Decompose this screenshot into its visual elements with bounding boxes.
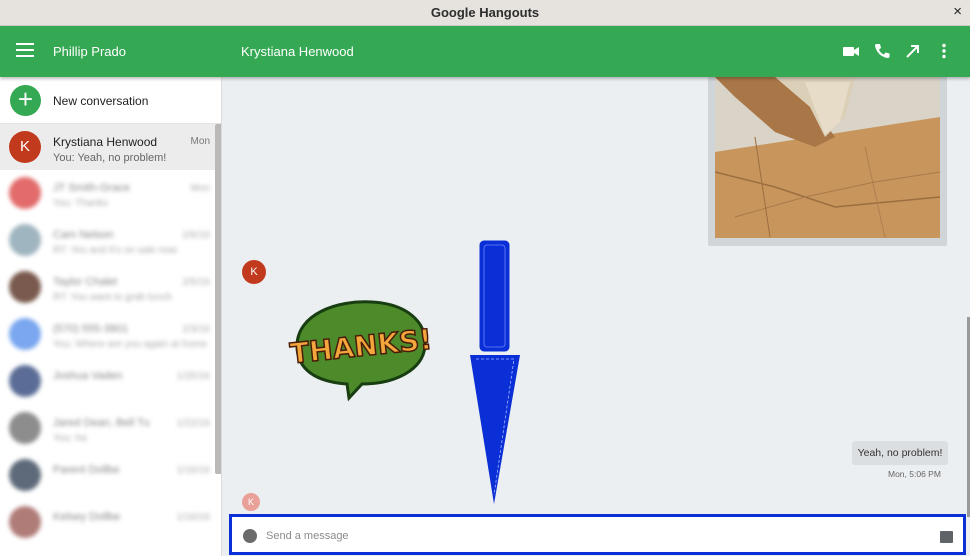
shared-photo [715, 77, 940, 238]
conversation-time: 1/16/16 [176, 465, 210, 476]
conversation-name: (570) 555-3801 [53, 323, 129, 335]
chat-panel: K THANKS! Yeah, no problem! Mon, 5:06 PM… [222, 77, 970, 556]
conversation-preview: You: Where are you again at home [53, 339, 208, 350]
hamburger-menu-icon[interactable] [16, 43, 34, 57]
signed-in-user-name: Phillip Prado [53, 44, 126, 59]
video-call-icon[interactable] [840, 40, 862, 62]
avatar [9, 177, 41, 209]
pop-out-icon[interactable] [902, 40, 924, 62]
sidebar-scrollbar[interactable] [215, 124, 221, 474]
conversation-time: 2/6/16 [182, 230, 210, 241]
conversation-name: Kelsey Dollbe [53, 511, 121, 523]
phone-icon[interactable] [871, 40, 893, 62]
conversation-time: 2/3/16 [182, 324, 210, 335]
conversation-time: 1/22/16 [176, 418, 210, 429]
conversation-preview: You: Yeah, no problem! [53, 152, 167, 164]
conversation-preview: You: Thanks [53, 198, 109, 209]
avatar: K [9, 131, 41, 163]
conversation-item[interactable]: Kelsey Dollbe 1/16/16 [0, 499, 215, 545]
avatar [9, 318, 41, 350]
conversation-title: Krystiana Henwood [241, 44, 354, 59]
message-input[interactable] [266, 526, 866, 546]
conversation-preview: You: ha [53, 433, 87, 444]
conversation-name: Krystiana Henwood [53, 135, 158, 149]
conversation-list-sidebar: + New conversation K Krystiana Henwood M… [0, 77, 222, 556]
conversation-item[interactable]: Taylor Chalet 2/5/16 RT: You want to gra… [0, 264, 215, 310]
add-icon: + [10, 85, 41, 116]
conversation-time: 2/5/16 [182, 277, 210, 288]
shared-photo-message[interactable] [708, 77, 947, 246]
conversation-name: JT Smith-Grace [53, 182, 130, 194]
conversation-item[interactable]: Jared Dean, Bell Tu 1/22/16 You: ha [0, 405, 215, 451]
conversation-time: 1/16/16 [176, 512, 210, 523]
conversation-preview: RT: You want to grab lunch [53, 292, 172, 303]
conversation-item[interactable]: Cam Nelson 2/6/16 RT: Yes and it's on sa… [0, 217, 215, 263]
new-conversation-label: New conversation [53, 94, 149, 108]
conversation-time: Mon [190, 183, 210, 194]
emoji-icon[interactable] [243, 529, 257, 543]
conversation-item[interactable]: JT Smith-Grace Mon You: Thanks [0, 170, 215, 216]
window-title-bar: Google Hangouts × [0, 0, 970, 26]
typing-avatar: K [242, 493, 260, 511]
outgoing-message-bubble: Yeah, no problem! [852, 441, 948, 465]
conversation-item-active[interactable]: K Krystiana Henwood Mon You: Yeah, no pr… [0, 124, 215, 170]
new-conversation-button[interactable]: + New conversation [0, 77, 221, 124]
conversation-time: Mon [190, 136, 210, 147]
conversation-name: Jared Dean, Bell Tu [53, 417, 150, 429]
annotation-arrow [466, 237, 526, 507]
attach-image-icon[interactable] [940, 531, 953, 543]
message-timestamp: Mon, 5:06 PM [888, 469, 941, 479]
conversation-name: Joshua Vaden [53, 370, 123, 382]
thanks-sticker: THANKS! [277, 294, 434, 402]
sender-avatar: K [242, 260, 266, 284]
conversation-item[interactable]: (570) 555-3801 2/3/16 You: Where are you… [0, 311, 215, 357]
avatar [9, 459, 41, 491]
window-title: Google Hangouts [430, 5, 540, 20]
avatar [9, 224, 41, 256]
conversation-preview: RT: Yes and it's on sale now [53, 245, 178, 256]
more-vert-icon[interactable] [933, 40, 955, 62]
app-header: Phillip Prado Krystiana Henwood [0, 26, 970, 77]
conversation-name: Parent Dollbe [53, 464, 120, 476]
avatar [9, 412, 41, 444]
conversation-item[interactable]: Parent Dollbe 1/16/16 [0, 452, 215, 498]
avatar [9, 271, 41, 303]
conversation-name: Taylor Chalet [53, 276, 118, 288]
avatar [9, 365, 41, 397]
close-window-icon[interactable]: × [953, 3, 962, 20]
message-composer [229, 514, 966, 555]
conversation-name: Cam Nelson [53, 229, 114, 241]
avatar [9, 506, 41, 538]
conversation-time: 1/25/16 [176, 371, 210, 382]
conversation-item[interactable]: Joshua Vaden 1/25/16 [0, 358, 215, 404]
